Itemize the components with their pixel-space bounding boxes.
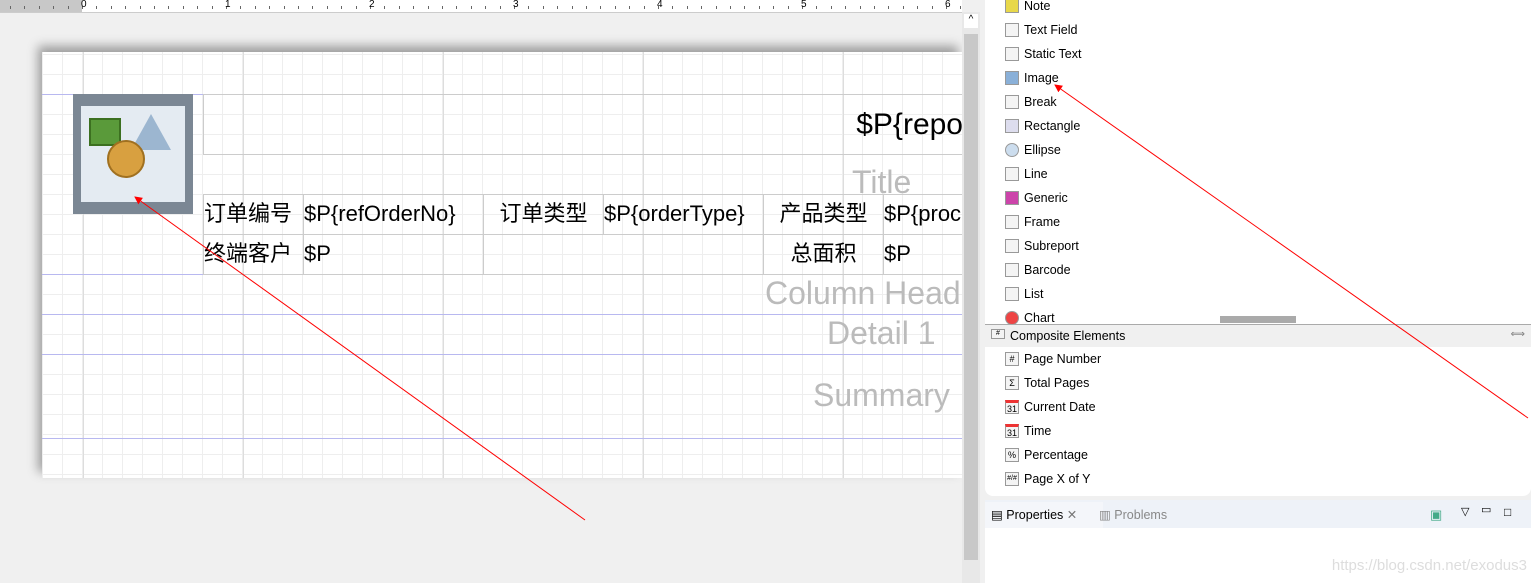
annotation-arrow xyxy=(134,196,586,521)
annotation-arrow xyxy=(1054,84,1529,419)
annotation-layer xyxy=(134,84,1529,521)
